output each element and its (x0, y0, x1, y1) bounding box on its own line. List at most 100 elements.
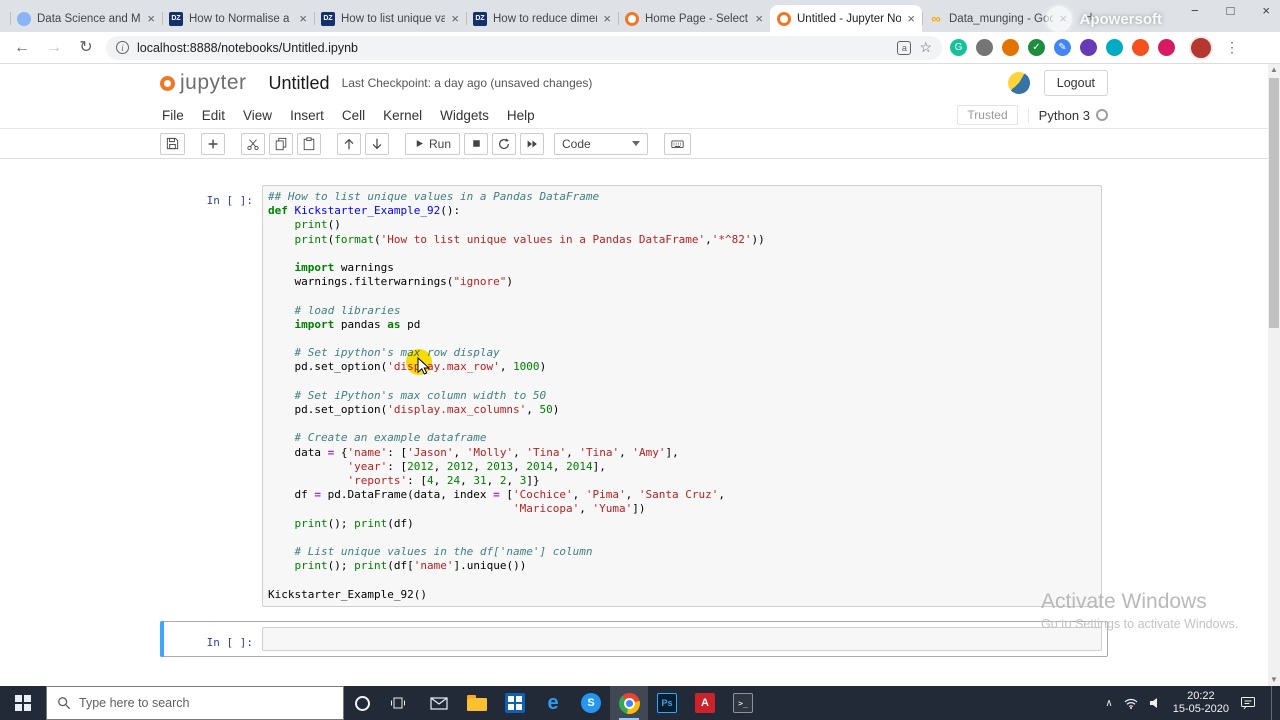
extension-icon[interactable] (1106, 39, 1123, 56)
notebook-title[interactable]: Untitled (269, 73, 330, 94)
code-line: # List unique values in the df['name'] c… (294, 545, 593, 559)
check-extension-icon[interactable]: ✓ (1028, 39, 1045, 56)
taskbar-explorer-icon[interactable] (458, 686, 496, 720)
browser-tab[interactable]: Data Science and Mach × (10, 5, 162, 32)
menu-help[interactable]: Help (498, 108, 544, 123)
save-button[interactable] (160, 132, 185, 155)
extension-icon[interactable] (1002, 39, 1019, 56)
colab-favicon: ∞ (931, 11, 941, 26)
tab-title: Data Science and Mach (37, 12, 141, 25)
show-desktop-button[interactable] (1271, 686, 1276, 720)
code-cell[interactable]: In [ ]: ## How to list unique values in … (160, 179, 1108, 613)
menu-kernel[interactable]: Kernel (374, 108, 431, 123)
browser-tab[interactable]: DZ How to list unique val × (314, 5, 466, 32)
menu-file[interactable]: File (160, 108, 193, 123)
scrollbar-thumb[interactable] (1269, 78, 1279, 328)
menu-view[interactable]: View (234, 108, 281, 123)
activate-windows-watermark: Activate Windows Go to Settings to activ… (1041, 590, 1238, 631)
taskbar-search[interactable]: Type here to search (46, 686, 344, 720)
tab-close-icon[interactable]: × (755, 12, 763, 25)
window-maximize-icon[interactable]: □ (1227, 3, 1235, 18)
start-button[interactable] (0, 686, 46, 720)
taskbar-date: 15-05-2020 (1172, 703, 1229, 715)
bookmark-star-icon[interactable]: ☆ (919, 39, 932, 56)
menu-insert[interactable]: Insert (281, 108, 333, 123)
window-close-icon[interactable]: × (1262, 3, 1270, 18)
url-text[interactable]: localhost:8888/notebooks/Untitled.ipynb (137, 41, 889, 55)
tab-close-icon[interactable]: × (451, 12, 459, 25)
logout-button[interactable]: Logout (1043, 70, 1108, 96)
move-cell-down-button[interactable] (365, 132, 389, 155)
code-line: df = pd.DataFrame(data, index = ['Cochic… (268, 488, 726, 502)
browser-tab[interactable]: ∞ Data_munging - Goog × (922, 5, 1074, 32)
restart-kernel-button[interactable] (492, 132, 517, 155)
tab-close-icon[interactable]: × (1059, 12, 1067, 25)
reload-icon[interactable]: ↻ (74, 39, 98, 56)
volume-icon[interactable] (1149, 697, 1162, 709)
run-button[interactable]: Run (405, 132, 461, 155)
browser-menu-icon[interactable]: ⋮ (1221, 39, 1243, 56)
taskbar-mail-icon[interactable] (420, 686, 458, 720)
jupyter-logo[interactable]: jupyter (160, 71, 247, 95)
back-icon[interactable]: ← (10, 39, 34, 56)
edit-extension-icon[interactable]: ✎ (1054, 39, 1071, 56)
task-view-button[interactable] (380, 686, 416, 720)
tab-close-icon[interactable]: × (603, 12, 611, 25)
new-tab-button[interactable]: + (1078, 5, 1104, 31)
taskbar-terminal-icon[interactable]: >_ (724, 686, 762, 720)
command-palette-button[interactable] (664, 132, 692, 155)
action-center-icon[interactable] (1240, 696, 1256, 710)
cell-type-dropdown[interactable]: Code (554, 132, 649, 155)
code-editor[interactable]: ## How to list unique values in a Pandas… (262, 185, 1102, 607)
code-line: # load libraries (294, 303, 401, 317)
menu-edit[interactable]: Edit (193, 108, 234, 123)
taskbar-chrome-icon[interactable] (610, 686, 648, 720)
browser-tab[interactable]: Untitled - Jupyter Not × (770, 5, 922, 32)
cortana-button[interactable] (344, 686, 380, 720)
browser-tab[interactable]: DZ How to reduce dimen × (466, 5, 618, 32)
network-icon[interactable] (1124, 698, 1138, 709)
taskbar-photoshop-icon[interactable]: Ps (648, 686, 686, 720)
kernel-idle-icon (1096, 109, 1108, 121)
address-bar[interactable]: i localhost:8888/notebooks/Untitled.ipyn… (106, 35, 942, 60)
tab-close-icon[interactable]: × (299, 12, 307, 25)
tray-expand-icon[interactable]: ∧ (1105, 698, 1112, 709)
translate-icon[interactable]: a (897, 40, 912, 55)
site-info-icon[interactable]: i (116, 41, 129, 54)
grammarly-extension-icon[interactable]: G (950, 39, 967, 56)
menu-cell[interactable]: Cell (333, 108, 374, 123)
taskbar-adobe-icon[interactable]: A (686, 686, 724, 720)
forward-icon[interactable]: → (42, 39, 66, 56)
browser-tab[interactable]: DZ How to Normalise a Pa × (162, 5, 314, 32)
extension-icon[interactable] (1080, 39, 1097, 56)
extension-icon[interactable] (1132, 39, 1149, 56)
page-scrollbar[interactable]: ▲ ▼ (1268, 64, 1280, 686)
paste-cell-button[interactable] (297, 132, 321, 155)
move-cell-up-button[interactable] (337, 132, 361, 155)
add-cell-button[interactable] (201, 132, 225, 155)
taskbar-store-icon[interactable] (496, 686, 534, 720)
cut-cell-button[interactable] (241, 132, 265, 155)
jupyter-logo-icon (160, 75, 175, 91)
profile-avatar[interactable] (1189, 35, 1213, 60)
code-line: import pandas as pd (294, 317, 421, 331)
taskbar-edge-icon[interactable]: e (534, 686, 572, 720)
taskbar-clock[interactable]: 20:22 15-05-2020 (1173, 690, 1229, 716)
empty-code-editor[interactable] (262, 626, 1102, 651)
code-line: ## How to list unique values in a Pandas… (268, 190, 600, 203)
scroll-down-icon[interactable]: ▼ (1268, 674, 1280, 686)
restart-run-all-button[interactable] (520, 132, 545, 155)
empty-cell-selected[interactable]: In [ ]: (160, 620, 1108, 657)
copy-cell-button[interactable] (269, 132, 293, 155)
menu-widgets[interactable]: Widgets (431, 108, 498, 123)
tab-close-icon[interactable]: × (907, 12, 915, 25)
taskbar-apps: e S Ps A >_ (420, 686, 762, 720)
tab-close-icon[interactable]: × (147, 12, 155, 25)
camera-extension-icon[interactable] (1158, 39, 1175, 56)
interrupt-kernel-button[interactable] (464, 132, 489, 155)
taskbar-skype-icon[interactable]: S (572, 686, 610, 720)
window-minimize-icon[interactable]: − (1191, 3, 1199, 18)
scroll-up-icon[interactable]: ▲ (1268, 64, 1280, 76)
browser-tab[interactable]: Home Page - Select o × (618, 5, 770, 32)
extension-icon[interactable] (976, 39, 993, 56)
